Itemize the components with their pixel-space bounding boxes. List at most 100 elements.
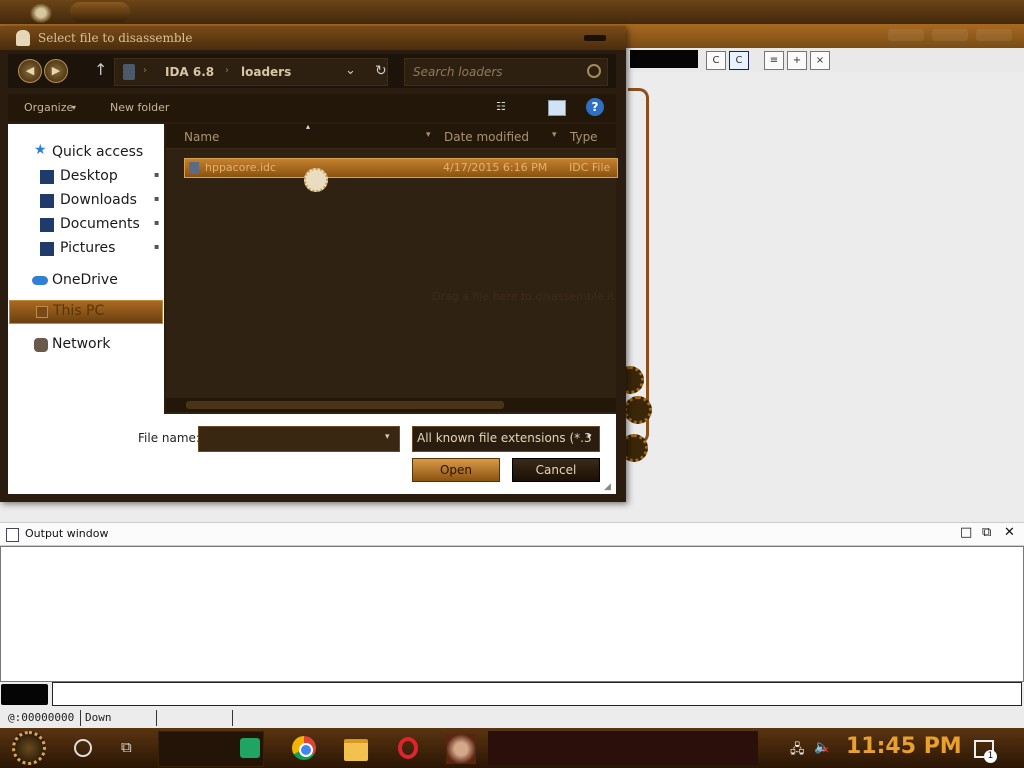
output-window-body[interactable] xyxy=(0,546,1024,682)
clock-logo-icon xyxy=(30,3,52,23)
toolbar-remove-icon[interactable]: × xyxy=(810,51,830,70)
file-explorer-icon[interactable] xyxy=(344,739,368,761)
menu-ghost-3[interactable] xyxy=(976,29,1012,41)
scrollbar-thumb[interactable] xyxy=(186,401,504,409)
command-language-selector[interactable] xyxy=(1,684,48,705)
dialog-titlebar[interactable]: Select file to disassemble xyxy=(0,26,626,50)
notification-badge: 1 xyxy=(984,750,997,763)
file-type: IDC File xyxy=(569,161,611,174)
search-box[interactable] xyxy=(404,58,608,86)
file-type-filter[interactable]: All known file extensions (*.3 ▾ xyxy=(412,426,600,452)
star-icon: ★ xyxy=(34,142,47,158)
preview-pane-icon[interactable] xyxy=(548,100,566,116)
nav-item-documents[interactable]: Documents ▪ xyxy=(8,214,164,236)
mute-x-icon: ✕ xyxy=(822,746,830,756)
column-date-modified[interactable]: Date modified xyxy=(444,130,529,144)
menu-ghost-1[interactable] xyxy=(888,29,924,41)
forward-button[interactable]: ▶ xyxy=(44,59,68,83)
toolbar-c-active-icon[interactable]: C xyxy=(729,51,749,70)
file-date: 4/17/2015 6:16 PM xyxy=(443,161,548,174)
search-icon[interactable] xyxy=(587,64,601,78)
up-arrow-icon[interactable]: ↑ xyxy=(94,60,107,79)
chevron-down-icon[interactable]: ▾ xyxy=(72,103,76,112)
sheets-icon[interactable] xyxy=(240,738,260,758)
refresh-icon[interactable]: ↻ xyxy=(375,63,387,79)
close-button[interactable] xyxy=(584,35,606,41)
nav-item-desktop[interactable]: Desktop ▪ xyxy=(8,166,164,188)
toolbar-list-icon[interactable]: ≡ xyxy=(764,51,784,70)
file-name-combo[interactable]: ▾ xyxy=(198,426,400,452)
file-list[interactable]: Name ▴ ▾ Date modified ▾ Type hppacore.i… xyxy=(166,122,618,414)
file-name-label: File name: xyxy=(138,431,200,445)
nav-label: Desktop xyxy=(60,168,118,184)
cancel-button[interactable]: Cancel xyxy=(512,458,600,482)
chevron-down-icon[interactable]: ▾ xyxy=(426,130,431,140)
toolbar-c-icon[interactable]: C xyxy=(706,51,726,70)
desktop-icon xyxy=(40,170,54,184)
task-view-icon[interactable]: ⧉ xyxy=(121,738,132,756)
close-icon[interactable]: ✕ xyxy=(1004,525,1015,540)
address-bar[interactable]: › IDA 6.8 › loaders ⌄ ↻ xyxy=(114,58,388,86)
nav-label: Downloads xyxy=(60,192,137,208)
resize-grip-icon[interactable]: ◢ xyxy=(604,482,611,492)
status-direction: Down xyxy=(85,711,112,724)
start-button[interactable] xyxy=(12,731,46,765)
menu-ghost-2[interactable] xyxy=(932,29,968,41)
nav-item-network[interactable]: Network xyxy=(8,334,164,356)
restore-icon[interactable]: ⧉ xyxy=(982,525,991,540)
mouse-cursor-icon xyxy=(304,168,328,192)
portrait-icon[interactable] xyxy=(446,734,476,764)
nav-item-pictures[interactable]: Pictures ▪ xyxy=(8,238,164,260)
back-button[interactable]: ◀ xyxy=(18,59,42,83)
pin-icon: ▪ xyxy=(154,218,160,227)
nav-item-onedrive[interactable]: OneDrive xyxy=(8,270,164,292)
chevron-down-icon[interactable]: ▾ xyxy=(385,432,390,442)
chrome-icon-center xyxy=(299,743,313,757)
ida-graph-area[interactable] xyxy=(626,72,1024,522)
breadcrumb-loaders[interactable]: loaders xyxy=(241,65,291,79)
nav-item-this-pc[interactable]: This PC xyxy=(9,300,163,324)
chevron-down-icon[interactable]: ▾ xyxy=(587,432,592,442)
idc-file-icon xyxy=(189,162,199,174)
chevron-down-icon[interactable]: ▾ xyxy=(552,130,557,140)
cloud-icon xyxy=(32,276,48,285)
cortana-icon[interactable] xyxy=(74,739,92,757)
command-bar: Organize ▾ New folder ☷ ? xyxy=(8,94,616,122)
nav-label: This PC xyxy=(53,303,105,319)
toolbar-combo[interactable] xyxy=(630,50,698,68)
command-line[interactable] xyxy=(52,682,1022,706)
file-name-input[interactable] xyxy=(203,430,383,450)
file-row[interactable]: hppacore.idc 4/17/2015 6:16 PM IDC File xyxy=(184,158,618,178)
output-window-header: Output window □ ⧉ ✕ xyxy=(0,522,1024,546)
new-folder-button[interactable]: New folder xyxy=(110,101,169,114)
open-button[interactable]: Open xyxy=(412,458,500,482)
nav-item-quick-access[interactable]: ★ Quick access xyxy=(8,142,164,164)
status-divider xyxy=(156,710,157,726)
chevron-right-icon[interactable]: › xyxy=(225,65,229,76)
nav-label: OneDrive xyxy=(52,272,118,288)
navigation-pane: ★ Quick access Desktop ▪ Downloads ▪ Doc… xyxy=(8,124,164,414)
nav-item-downloads[interactable]: Downloads ▪ xyxy=(8,190,164,212)
output-window-icon xyxy=(6,528,19,542)
view-details-icon[interactable]: ☷ xyxy=(496,100,510,114)
organize-button[interactable]: Organize xyxy=(24,101,73,114)
toolbar-add-icon[interactable]: + xyxy=(787,51,807,70)
breadcrumb-ida[interactable]: IDA 6.8 xyxy=(165,65,214,79)
help-icon[interactable]: ? xyxy=(586,98,604,116)
output-window-title: Output window xyxy=(25,527,109,540)
maximize-icon[interactable]: □ xyxy=(960,525,972,540)
status-address: @:00000000 xyxy=(8,711,75,724)
status-divider xyxy=(232,710,233,726)
opera-icon[interactable] xyxy=(398,737,418,759)
command-input[interactable] xyxy=(56,685,1010,703)
navigation-bar: ◀ ▶ ↑ › IDA 6.8 › loaders ⌄ ↻ xyxy=(8,54,616,88)
clock[interactable]: 11:45 PM xyxy=(846,734,962,759)
column-name[interactable]: Name xyxy=(184,130,219,144)
status-bar: @:00000000 Down xyxy=(0,708,1024,728)
chevron-down-icon[interactable]: ⌄ xyxy=(345,63,356,78)
horizontal-scrollbar[interactable] xyxy=(166,398,616,412)
search-input[interactable] xyxy=(411,62,585,82)
chevron-right-icon[interactable]: › xyxy=(143,65,147,76)
column-type[interactable]: Type xyxy=(570,130,598,144)
network-tray-icon[interactable]: 🖧 xyxy=(790,740,805,762)
